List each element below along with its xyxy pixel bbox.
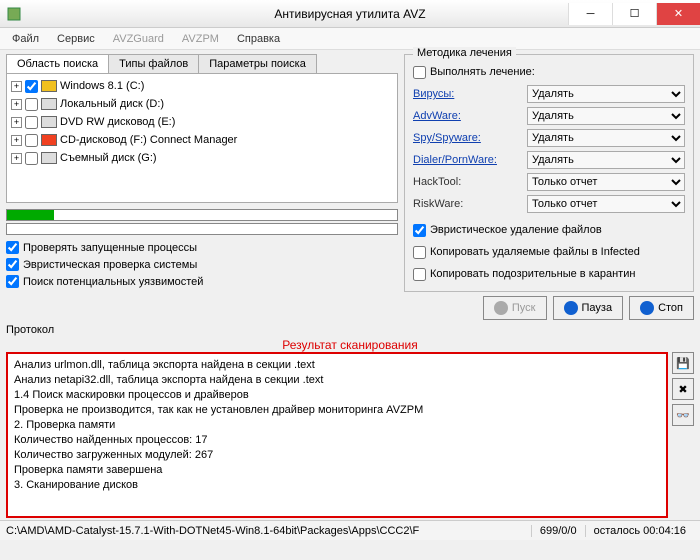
treatment-method-group: Методика лечения Выполнять лечение: Виру… bbox=[404, 54, 694, 292]
drive-checkbox[interactable] bbox=[25, 116, 38, 129]
glasses-icon: 👓 bbox=[676, 409, 690, 422]
drive-label: Съемный диск (G:) bbox=[60, 152, 157, 164]
method-row: AdvWare: Удалять bbox=[413, 105, 685, 127]
pause-icon bbox=[564, 301, 578, 315]
group-legend: Методика лечения bbox=[413, 47, 516, 59]
log-line: Анализ urlmon.dll, таблица экспорта найд… bbox=[14, 358, 660, 373]
clear-log-button[interactable]: ✖ bbox=[672, 378, 694, 400]
log-line: Количество загруженных модулей: 267 bbox=[14, 448, 660, 463]
check-copy-infected[interactable]: Копировать удаляемые файлы в Infected bbox=[413, 241, 685, 263]
drive-icon bbox=[41, 152, 57, 164]
play-icon bbox=[494, 301, 508, 315]
method-row: RiskWare: Только отчет bbox=[413, 193, 685, 215]
log-line: 1.4 Поиск маскировки процессов и драйвер… bbox=[14, 388, 660, 403]
method-select[interactable]: Только отчет bbox=[527, 195, 685, 213]
start-button[interactable]: Пуск bbox=[483, 296, 547, 320]
window-title: Антивирусная утилита AVZ bbox=[274, 7, 425, 21]
app-icon bbox=[6, 6, 22, 22]
log-line: Проверка не производится, так как не уст… bbox=[14, 403, 660, 418]
expand-icon[interactable]: + bbox=[11, 81, 22, 92]
method-label[interactable]: HackTool: bbox=[413, 176, 523, 188]
stop-button[interactable]: Стоп bbox=[629, 296, 694, 320]
log-output[interactable]: Анализ urlmon.dll, таблица экспорта найд… bbox=[6, 352, 668, 518]
method-select[interactable]: Удалять bbox=[527, 107, 685, 125]
log-line: 2. Проверка памяти bbox=[14, 418, 660, 433]
menu-service[interactable]: Сервис bbox=[49, 31, 103, 47]
log-line: 3. Сканирование дисков bbox=[14, 478, 660, 493]
drive-checkbox[interactable] bbox=[25, 80, 38, 93]
maximize-button[interactable]: ☐ bbox=[612, 3, 656, 25]
check-vulnerabilities[interactable]: Поиск потенциальных уязвимостей bbox=[6, 273, 398, 290]
drive-item[interactable]: + DVD RW дисковод (E:) bbox=[11, 113, 393, 131]
progress-bar-1 bbox=[6, 209, 398, 221]
method-select[interactable]: Только отчет bbox=[527, 173, 685, 191]
check-heuristic-delete[interactable]: Эвристическое удаление файлов bbox=[413, 219, 685, 241]
method-row: Вирусы: Удалять bbox=[413, 83, 685, 105]
expand-icon[interactable]: + bbox=[11, 153, 22, 164]
drive-item[interactable]: + Windows 8.1 (C:) bbox=[11, 77, 393, 95]
check-heuristic-system[interactable]: Эвристическая проверка системы bbox=[6, 256, 398, 273]
drive-tree[interactable]: + Windows 8.1 (C:) + Локальный диск (D:) + DV… bbox=[6, 73, 398, 203]
drive-label: Windows 8.1 (C:) bbox=[60, 80, 144, 92]
log-line: Количество найденных процессов: 17 bbox=[14, 433, 660, 448]
close-button[interactable]: ✕ bbox=[656, 3, 700, 25]
menu-help[interactable]: Справка bbox=[229, 31, 288, 47]
method-label[interactable]: Dialer/PornWare: bbox=[413, 154, 523, 166]
pause-button[interactable]: Пауза bbox=[553, 296, 624, 320]
drive-item[interactable]: + CD-дисковод (F:) Connect Manager bbox=[11, 131, 393, 149]
drive-item[interactable]: + Съемный диск (G:) bbox=[11, 149, 393, 167]
drive-checkbox[interactable] bbox=[25, 98, 38, 111]
method-row: Dialer/PornWare: Удалять bbox=[413, 149, 685, 171]
save-log-button[interactable]: 💾 bbox=[672, 352, 694, 374]
progress-bar-2 bbox=[6, 223, 398, 235]
expand-icon[interactable]: + bbox=[11, 117, 22, 128]
drive-label: DVD RW дисковод (E:) bbox=[60, 116, 175, 128]
menu-avzpm[interactable]: AVZPM bbox=[174, 31, 227, 47]
check-running-processes[interactable]: Проверять запущенные процессы bbox=[6, 239, 398, 256]
drive-item[interactable]: + Локальный диск (D:) bbox=[11, 95, 393, 113]
method-label[interactable]: Вирусы: bbox=[413, 88, 523, 100]
method-row: Spy/Spyware: Удалять bbox=[413, 127, 685, 149]
drive-icon bbox=[41, 80, 57, 92]
status-path: C:\AMD\AMD-Catalyst-15.7.1-With-DOTNet45… bbox=[6, 525, 419, 537]
tab-scan-area[interactable]: Область поиска bbox=[6, 54, 109, 73]
status-time: осталось 00:04:16 bbox=[585, 525, 694, 537]
check-execute-treatment[interactable]: Выполнять лечение: bbox=[413, 61, 685, 83]
log-line: Анализ netapi32.dll, таблица экспорта на… bbox=[14, 373, 660, 388]
status-counts: 699/0/0 bbox=[531, 525, 585, 537]
stop-icon bbox=[640, 301, 654, 315]
check-copy-quarantine[interactable]: Копировать подозрительные в карантин bbox=[413, 263, 685, 285]
drive-icon bbox=[41, 116, 57, 128]
method-select[interactable]: Удалять bbox=[527, 129, 685, 147]
drive-label: Локальный диск (D:) bbox=[60, 98, 164, 110]
tab-scan-params[interactable]: Параметры поиска bbox=[198, 54, 317, 73]
menu-file[interactable]: Файл bbox=[4, 31, 47, 47]
method-select[interactable]: Удалять bbox=[527, 151, 685, 169]
drive-checkbox[interactable] bbox=[25, 152, 38, 165]
drive-checkbox[interactable] bbox=[25, 134, 38, 147]
method-label[interactable]: RiskWare: bbox=[413, 198, 523, 210]
method-label[interactable]: AdvWare: bbox=[413, 110, 523, 122]
expand-icon[interactable]: + bbox=[11, 135, 22, 146]
method-row: HackTool: Только отчет bbox=[413, 171, 685, 193]
drive-icon bbox=[41, 134, 57, 146]
erase-icon: ✖ bbox=[678, 383, 687, 396]
drive-label: CD-дисковод (F:) Connect Manager bbox=[60, 134, 237, 146]
glasses-button[interactable]: 👓 bbox=[672, 404, 694, 426]
method-select[interactable]: Удалять bbox=[527, 85, 685, 103]
menu-avzguard[interactable]: AVZGuard bbox=[105, 31, 172, 47]
expand-icon[interactable]: + bbox=[11, 99, 22, 110]
tab-file-types[interactable]: Типы файлов bbox=[108, 54, 199, 73]
drive-icon bbox=[41, 98, 57, 110]
minimize-button[interactable]: ─ bbox=[568, 3, 612, 25]
result-header: Результат сканирования bbox=[6, 338, 694, 352]
floppy-icon: 💾 bbox=[676, 357, 690, 370]
protocol-label: Протокол bbox=[6, 324, 694, 336]
log-line: Проверка памяти завершена bbox=[14, 463, 660, 478]
method-label[interactable]: Spy/Spyware: bbox=[413, 132, 523, 144]
